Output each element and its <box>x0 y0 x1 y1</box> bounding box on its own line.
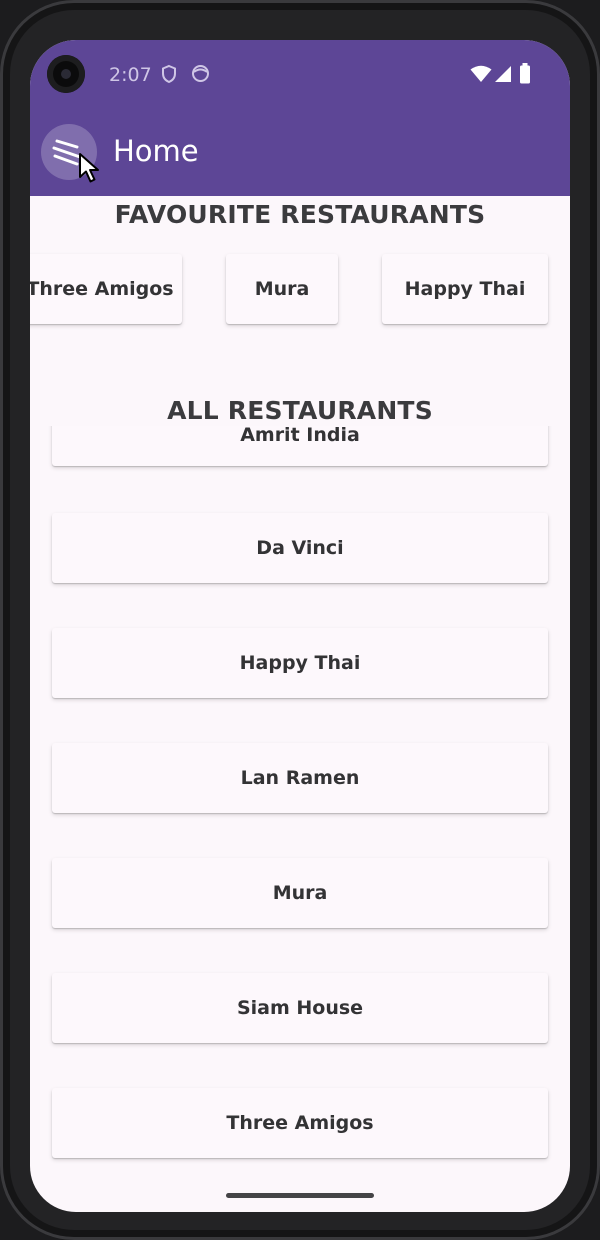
favourite-card[interactable]: Mura <box>226 254 338 324</box>
restaurant-card[interactable]: Siam House <box>52 973 548 1043</box>
favourites-carousel[interactable]: Three Amigos Mura Happy Thai <box>30 254 570 328</box>
shield-icon <box>162 64 176 84</box>
all-restaurants-heading: ALL RESTAURANTS <box>167 396 433 425</box>
battery-icon <box>520 63 530 84</box>
favourite-card-label: Mura <box>254 278 310 300</box>
phone-frame: 2:07 Home FAVOURITE RESTAURANTS Three Am… <box>0 0 600 1240</box>
restaurant-card-label: Da Vinci <box>256 537 344 559</box>
favourites-heading: FAVOURITE RESTAURANTS <box>114 200 486 229</box>
signal-icon <box>495 66 511 82</box>
restaurant-card-label: Lan Ramen <box>240 767 360 789</box>
face-icon <box>192 65 209 82</box>
restaurant-card-label: Three Amigos <box>226 1112 374 1134</box>
restaurant-card-label: Amrit India <box>240 426 360 446</box>
app-bar: 2:07 Home <box>30 40 570 196</box>
page-title: Home <box>113 134 199 168</box>
restaurant-list[interactable]: Amrit India Da Vinci Happy Thai Lan Rame… <box>30 426 570 1212</box>
restaurant-card-label: Mura <box>272 882 328 904</box>
restaurant-card[interactable]: Da Vinci <box>52 513 548 583</box>
restaurant-card-label: Happy Thai <box>239 652 361 674</box>
restaurant-card[interactable]: Amrit India <box>52 426 548 466</box>
status-bar: 2:07 <box>30 40 570 112</box>
restaurant-card[interactable]: Happy Thai <box>52 628 548 698</box>
favourite-card-label: Happy Thai <box>404 278 526 300</box>
wifi-icon <box>470 65 492 82</box>
restaurant-card-label: Siam House <box>236 997 364 1019</box>
restaurant-card[interactable]: Three Amigos <box>52 1088 548 1158</box>
status-time: 2:07 <box>109 64 152 86</box>
favourite-card-label: Three Amigos <box>30 278 174 300</box>
gesture-home-bar[interactable] <box>226 1193 374 1198</box>
restaurant-card[interactable]: Lan Ramen <box>52 743 548 813</box>
camera-icon <box>47 55 85 93</box>
restaurant-card[interactable]: Mura <box>52 858 548 928</box>
favourite-card[interactable]: Three Amigos <box>30 254 182 324</box>
app-screen: 2:07 Home FAVOURITE RESTAURANTS Three Am… <box>30 40 570 1212</box>
favourite-card[interactable]: Happy Thai <box>382 254 548 324</box>
mouse-cursor-icon <box>79 153 99 183</box>
